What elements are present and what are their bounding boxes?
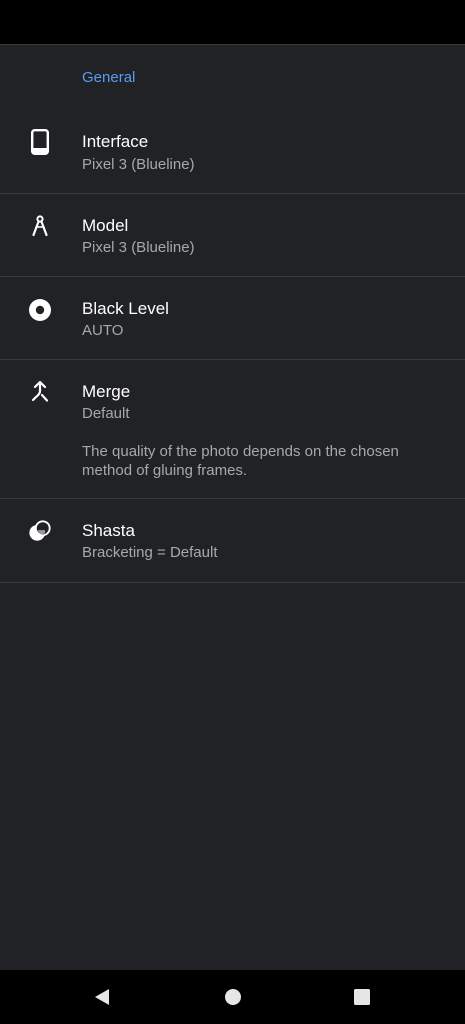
setting-title: Model: [82, 216, 129, 235]
smartphone-icon: [28, 129, 52, 155]
back-icon[interactable]: [89, 984, 115, 1010]
setting-summary: Default: [82, 405, 130, 422]
setting-title: Interface: [82, 132, 149, 151]
exposure-circle-icon: [28, 298, 52, 322]
setting-title: Black Level: [82, 299, 169, 318]
setting-black-level[interactable]: Black Level AUTO: [0, 277, 465, 360]
compass-drawing-icon: [28, 214, 52, 238]
setting-description: The quality of the photo depends on the …: [82, 443, 399, 479]
setting-summary: Bracketing = Default: [82, 544, 218, 561]
home-icon[interactable]: [220, 984, 246, 1010]
overlapping-circles-icon: [28, 519, 52, 543]
setting-title: Merge: [82, 382, 131, 401]
recents-icon[interactable]: [349, 984, 375, 1010]
setting-interface[interactable]: Interface Pixel 3 (Blueline): [0, 110, 465, 194]
setting-model[interactable]: Model Pixel 3 (Blueline): [0, 194, 465, 277]
setting-title: Shasta: [82, 521, 135, 540]
settings-screen: General Interface Pixel 3 (Blueline) Mod…: [0, 44, 465, 970]
section-header-general: General: [82, 69, 136, 86]
merge-arrow-icon: [28, 380, 52, 404]
setting-merge[interactable]: Merge Default The quality of the photo d…: [0, 360, 465, 499]
setting-shasta[interactable]: Shasta Bracketing = Default: [0, 499, 465, 583]
status-bar: [0, 0, 465, 44]
setting-summary: Pixel 3 (Blueline): [82, 156, 195, 173]
navigation-bar: [0, 970, 465, 1024]
setting-summary: AUTO: [82, 322, 124, 339]
setting-summary: Pixel 3 (Blueline): [82, 239, 195, 256]
